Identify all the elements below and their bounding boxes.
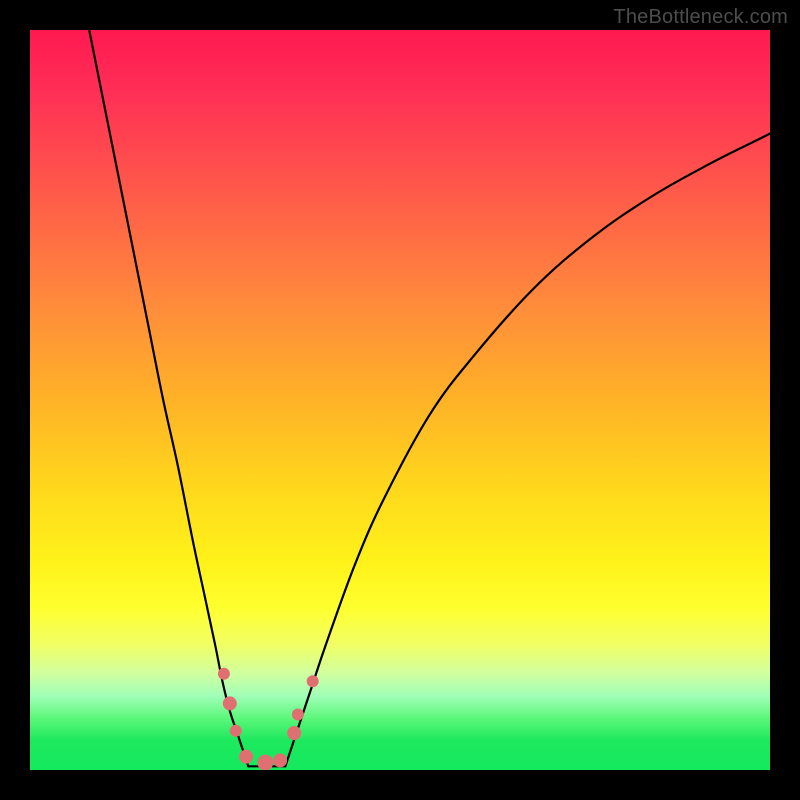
bottom-dot-2	[257, 755, 273, 770]
watermark-text: TheBottleneck.com	[613, 6, 788, 29]
bottom-dot-1	[239, 750, 253, 764]
left-dot-1	[218, 668, 230, 680]
chart-frame: TheBottleneck.com	[0, 0, 800, 800]
right-dot-2	[292, 709, 304, 721]
chart-svg	[30, 30, 770, 770]
left-dot-2	[223, 696, 237, 710]
left-dot-3	[230, 725, 242, 737]
plot-area	[30, 30, 770, 770]
right-dot-1	[287, 726, 301, 740]
right-dot-3	[307, 675, 319, 687]
series-right-curve	[285, 134, 770, 767]
bottom-dot-3	[273, 753, 287, 767]
series-left-curve	[89, 30, 248, 766]
